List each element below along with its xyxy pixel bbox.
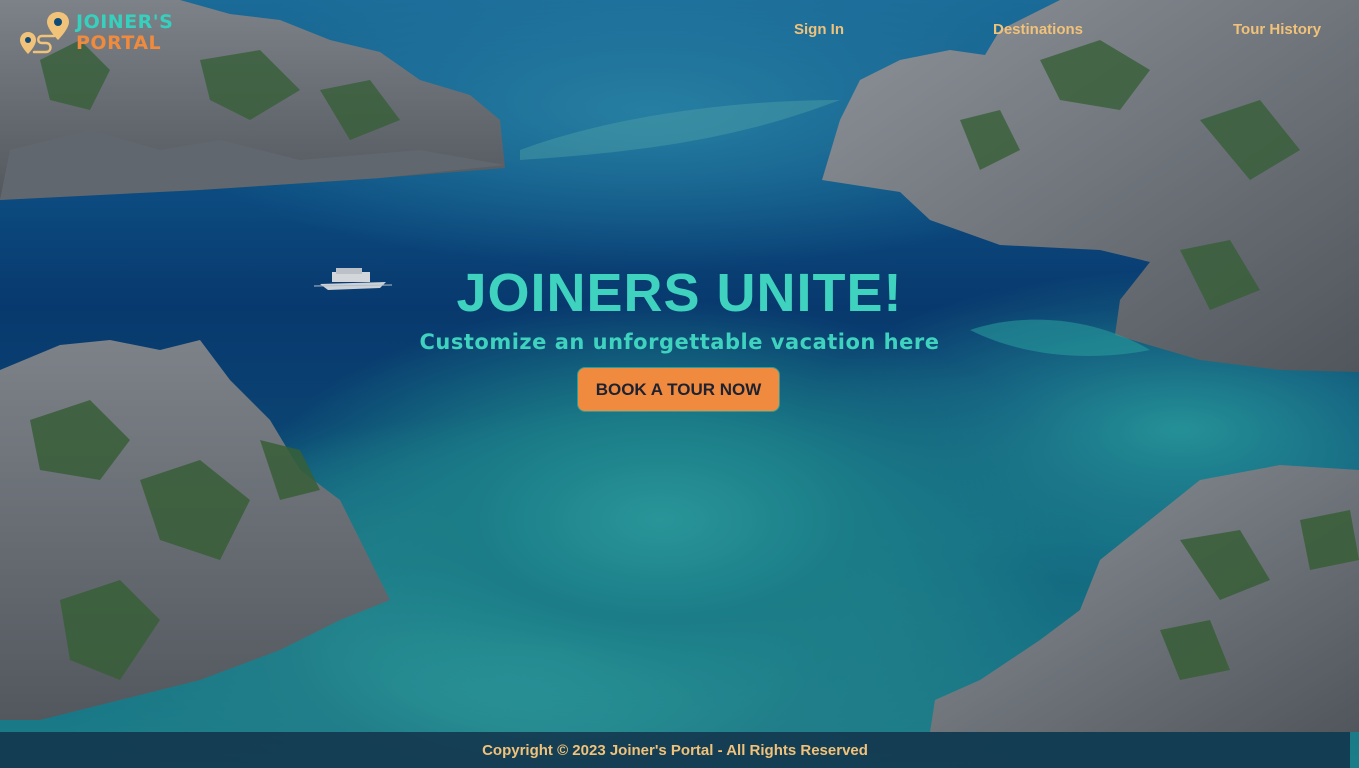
hero-subtitle: Customize an unforgettable vacation here bbox=[419, 330, 940, 354]
logo-line-1: JOINER'S bbox=[76, 11, 174, 33]
nav-sign-in-link[interactable]: Sign In bbox=[794, 21, 844, 38]
site-logo[interactable]: JOINER'S PORTAL bbox=[18, 10, 173, 56]
logo-wordmark: JOINER'S PORTAL bbox=[76, 12, 173, 54]
nav-tour-history-link[interactable]: Tour History bbox=[1233, 21, 1321, 38]
map-route-pin-icon bbox=[20, 12, 69, 54]
logo-line-2: PORTAL bbox=[76, 32, 162, 54]
site-footer: Copyright © 2023 Joiner's Portal - All R… bbox=[0, 732, 1350, 768]
copyright-text: Copyright © 2023 Joiner's Portal - All R… bbox=[482, 741, 868, 759]
hero-title: JOINERS UNITE! bbox=[456, 263, 903, 323]
book-tour-button[interactable]: BOOK A TOUR NOW bbox=[577, 367, 780, 412]
nav-destinations-link[interactable]: Destinations bbox=[993, 21, 1083, 38]
